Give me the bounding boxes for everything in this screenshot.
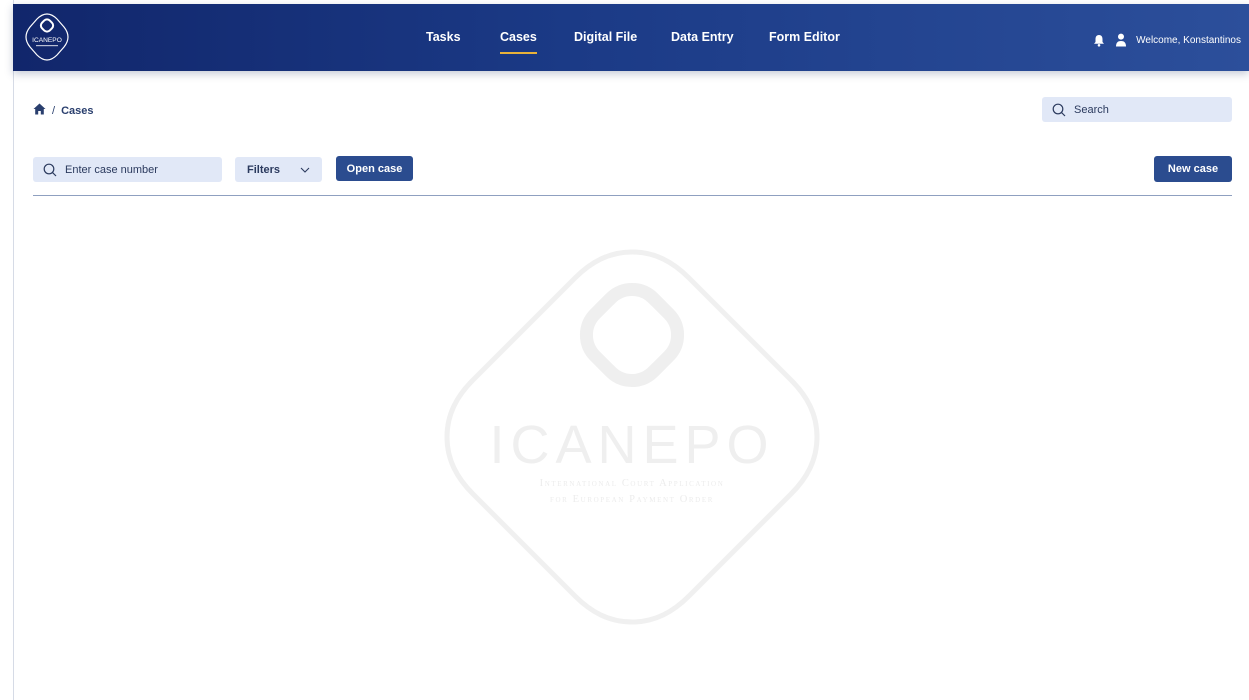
user-icon[interactable] (1114, 33, 1128, 47)
search-icon (43, 163, 57, 176)
global-search-placeholder: Search (1074, 103, 1109, 116)
nav-cases[interactable]: Cases (500, 30, 537, 54)
nav-cases-label: Cases (500, 30, 537, 44)
nav-tasks-label: Tasks (426, 30, 461, 44)
breadcrumb-separator: / (52, 104, 56, 117)
nav-tasks[interactable]: Tasks (426, 30, 461, 44)
filters-dropdown[interactable]: Filters (235, 157, 322, 182)
chevron-down-icon (300, 167, 310, 173)
breadcrumb-current: Cases (61, 104, 94, 117)
case-number-input[interactable]: Enter case number (33, 157, 222, 182)
user-area: Welcome, Konstantinos (1092, 33, 1241, 47)
breadcrumb: / Cases (33, 103, 93, 118)
toolbar-divider (33, 195, 1232, 196)
bell-icon[interactable] (1092, 33, 1106, 47)
nav-form-editor[interactable]: Form Editor (769, 30, 840, 44)
filters-label: Filters (247, 163, 281, 176)
watermark-title: ICANEPO (489, 415, 774, 475)
open-case-button[interactable]: Open case (336, 156, 413, 181)
watermark-line1: International Court Application (540, 478, 725, 489)
logo-text: ICANEPO (32, 37, 62, 44)
welcome-text[interactable]: Welcome, Konstantinos (1136, 35, 1241, 46)
top-navigation-bar: ICANEPO Tasks Cases Digital File Data En… (13, 4, 1249, 71)
home-icon[interactable] (33, 103, 46, 118)
icanepo-logo[interactable]: ICANEPO (23, 10, 71, 64)
nav-data-entry-label: Data Entry (671, 30, 734, 44)
nav-digital-file-label: Digital File (574, 30, 638, 44)
case-number-placeholder: Enter case number (65, 163, 158, 176)
nav-digital-file[interactable]: Digital File (574, 30, 637, 44)
nav-form-editor-label: Form Editor (769, 30, 840, 44)
search-icon (1052, 103, 1066, 116)
active-tab-indicator (500, 52, 537, 54)
watermark-line2: for European Payment Order (550, 494, 714, 505)
global-search-input[interactable]: Search (1042, 97, 1232, 122)
icanepo-watermark-logo: ICANEPO International Court Application … (444, 249, 820, 625)
page-edge (13, 0, 14, 700)
new-case-button[interactable]: New case (1154, 156, 1232, 182)
nav-data-entry[interactable]: Data Entry (671, 30, 734, 44)
